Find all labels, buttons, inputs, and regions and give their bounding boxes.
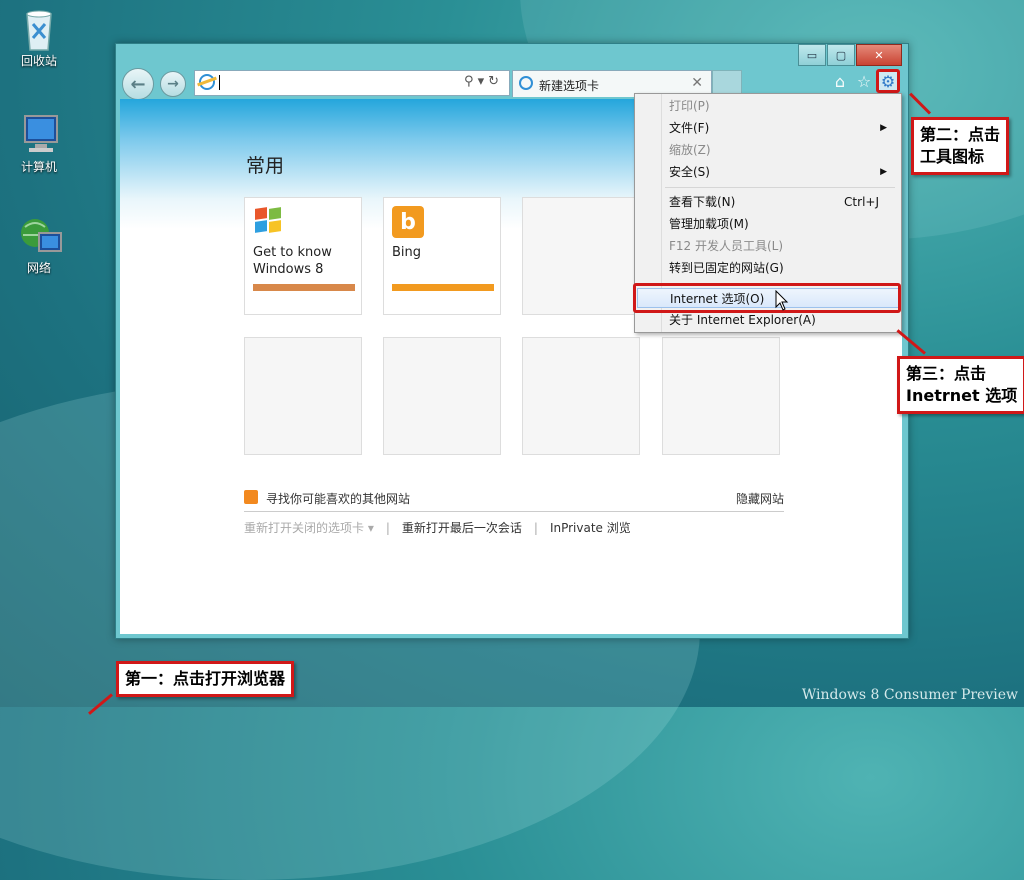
address-bar-icons: ⚲▾↻	[464, 74, 503, 89]
menu-item-label: F12 开发人员工具(L)	[669, 239, 784, 253]
callout-step2-line2: 工具图标	[920, 147, 985, 166]
ie-logo-icon	[519, 76, 533, 90]
find-sites-link[interactable]: 寻找你可能喜欢的其他网站	[266, 490, 410, 507]
bing-logo-icon: b	[392, 206, 424, 238]
find-sites-row: 寻找你可能喜欢的其他网站 隐藏网站	[244, 487, 784, 507]
submenu-arrow-icon: ▶	[880, 167, 887, 177]
tile-get-to-know-windows[interactable]: Get to know Windows 8	[244, 197, 362, 315]
desktop-icon-computer[interactable]: 计算机	[9, 114, 69, 175]
command-icons: ⌂ ☆ ⚙	[828, 69, 900, 93]
lightbulb-icon	[244, 490, 258, 504]
forward-button[interactable]: →	[160, 71, 186, 97]
callout-step3-line1: 第三：点击	[906, 364, 987, 383]
callout-step2: 第二：点击 工具图标	[911, 117, 1010, 175]
menu-item-safety[interactable]: 安全(S) ▶	[669, 162, 887, 182]
tile-empty[interactable]	[383, 337, 501, 455]
text-caret	[219, 75, 220, 90]
separator: |	[385, 521, 390, 535]
menu-item-label: 关于 Internet Explorer(A)	[669, 313, 816, 327]
hide-sites-link[interactable]: 隐藏网站	[736, 490, 784, 507]
menu-item-f12-tools[interactable]: F12 开发人员工具(L)	[669, 236, 887, 256]
forward-arrow-icon: →	[167, 76, 179, 92]
divider	[244, 511, 784, 512]
desktop-icon-recycle-bin[interactable]: 回收站	[9, 8, 69, 69]
mouse-cursor-icon	[775, 290, 789, 311]
minimize-button[interactable]: ▭	[798, 44, 826, 66]
callout-step1: 第一：点击打开浏览器	[116, 661, 295, 697]
menu-item-about-ie[interactable]: 关于 Internet Explorer(A)	[669, 310, 887, 330]
submenu-arrow-icon: ▶	[880, 123, 887, 133]
dropdown-icon[interactable]: ▾	[478, 74, 489, 89]
menu-item-label: 转到已固定的网站(G)	[669, 261, 784, 275]
tools-gear-icon[interactable]: ⚙	[876, 69, 900, 93]
menu-item-label: 查看下载(N)	[669, 195, 736, 209]
computer-icon	[19, 114, 59, 154]
favorites-star-icon[interactable]: ☆	[852, 69, 876, 93]
callout-step3: 第三：点击 Inetrnet 选项	[897, 356, 1024, 414]
desktop-icon-label: 计算机	[20, 160, 57, 174]
inprivate-link[interactable]: InPrivate 浏览	[550, 521, 631, 535]
tile-empty[interactable]	[662, 337, 780, 455]
home-icon[interactable]: ⌂	[828, 69, 852, 93]
menu-item-label: 文件(F)	[669, 121, 710, 135]
refresh-icon[interactable]: ↻	[488, 74, 503, 89]
os-watermark: Windows 8 Consumer Preview	[801, 687, 1018, 703]
tile-label-line2: Windows 8	[253, 262, 324, 277]
menu-item-print[interactable]: 打印(P)	[669, 96, 887, 116]
callout-step1-text: 第一：点击打开浏览器	[125, 669, 286, 688]
recycle-bin-icon	[19, 8, 59, 51]
reopen-links: 重新打开关闭的选项卡 ▾ | 重新打开最后一次会话 | InPrivate 浏览	[244, 519, 631, 536]
reopen-closed-tabs-link[interactable]: 重新打开关闭的选项卡 ▾	[244, 521, 374, 535]
tile-empty[interactable]	[244, 337, 362, 455]
desktop-icon-label: 网络	[26, 261, 51, 275]
network-icon	[19, 215, 62, 255]
internet-options-highlight-box	[633, 283, 901, 313]
caption-buttons: ▭ ▢ ✕	[797, 44, 902, 66]
search-icon[interactable]: ⚲	[464, 74, 478, 89]
menu-separator	[665, 187, 895, 188]
menu-item-label: 缩放(Z)	[669, 143, 711, 157]
tile-usage-bar	[253, 284, 355, 291]
menu-item-pinned-sites[interactable]: 转到已固定的网站(G)	[669, 258, 887, 278]
tile-usage-bar	[392, 284, 494, 291]
maximize-button[interactable]: ▢	[827, 44, 855, 66]
menu-item-zoom[interactable]: 缩放(Z)	[669, 140, 887, 160]
separator: |	[533, 521, 538, 535]
menu-item-view-downloads[interactable]: 查看下载(N) Ctrl+J	[669, 192, 887, 212]
back-button[interactable]: ←	[122, 68, 154, 100]
menu-item-label: 管理加载项(M)	[669, 217, 749, 231]
tile-bing[interactable]: b Bing	[383, 197, 501, 315]
reopen-last-session-link[interactable]: 重新打开最后一次会话	[402, 521, 522, 535]
desktop-icon-label: 回收站	[20, 54, 57, 68]
close-button[interactable]: ✕	[856, 44, 902, 66]
desktop-icon-network[interactable]: 网络	[9, 215, 69, 276]
callout-step2-line1: 第二：点击	[920, 125, 1001, 144]
menu-item-label: 安全(S)	[669, 165, 710, 179]
tile-empty[interactable]	[522, 337, 640, 455]
back-arrow-icon: ←	[130, 73, 146, 95]
tile-label-line1: Get to know	[253, 245, 332, 260]
tab-label: 新建选项卡	[539, 79, 600, 93]
menu-item-shortcut: Ctrl+J	[844, 195, 879, 209]
menu-item-label: 打印(P)	[669, 99, 710, 113]
tile-label: Bing	[392, 245, 422, 260]
menu-item-manage-addons[interactable]: 管理加载项(M)	[669, 214, 887, 234]
address-bar[interactable]: ⚲▾↻	[194, 70, 510, 96]
menu-item-file[interactable]: 文件(F) ▶	[669, 118, 887, 138]
frequent-title: 常用	[246, 155, 285, 177]
callout-step3-line2: Inetrnet 选项	[906, 386, 1018, 405]
tile-empty[interactable]	[522, 197, 640, 315]
tile-label: Get to know Windows 8	[253, 244, 332, 278]
ie-logo-icon	[199, 74, 215, 90]
windows-logo-icon	[255, 207, 283, 234]
tab-close-icon[interactable]: ✕	[691, 75, 703, 91]
